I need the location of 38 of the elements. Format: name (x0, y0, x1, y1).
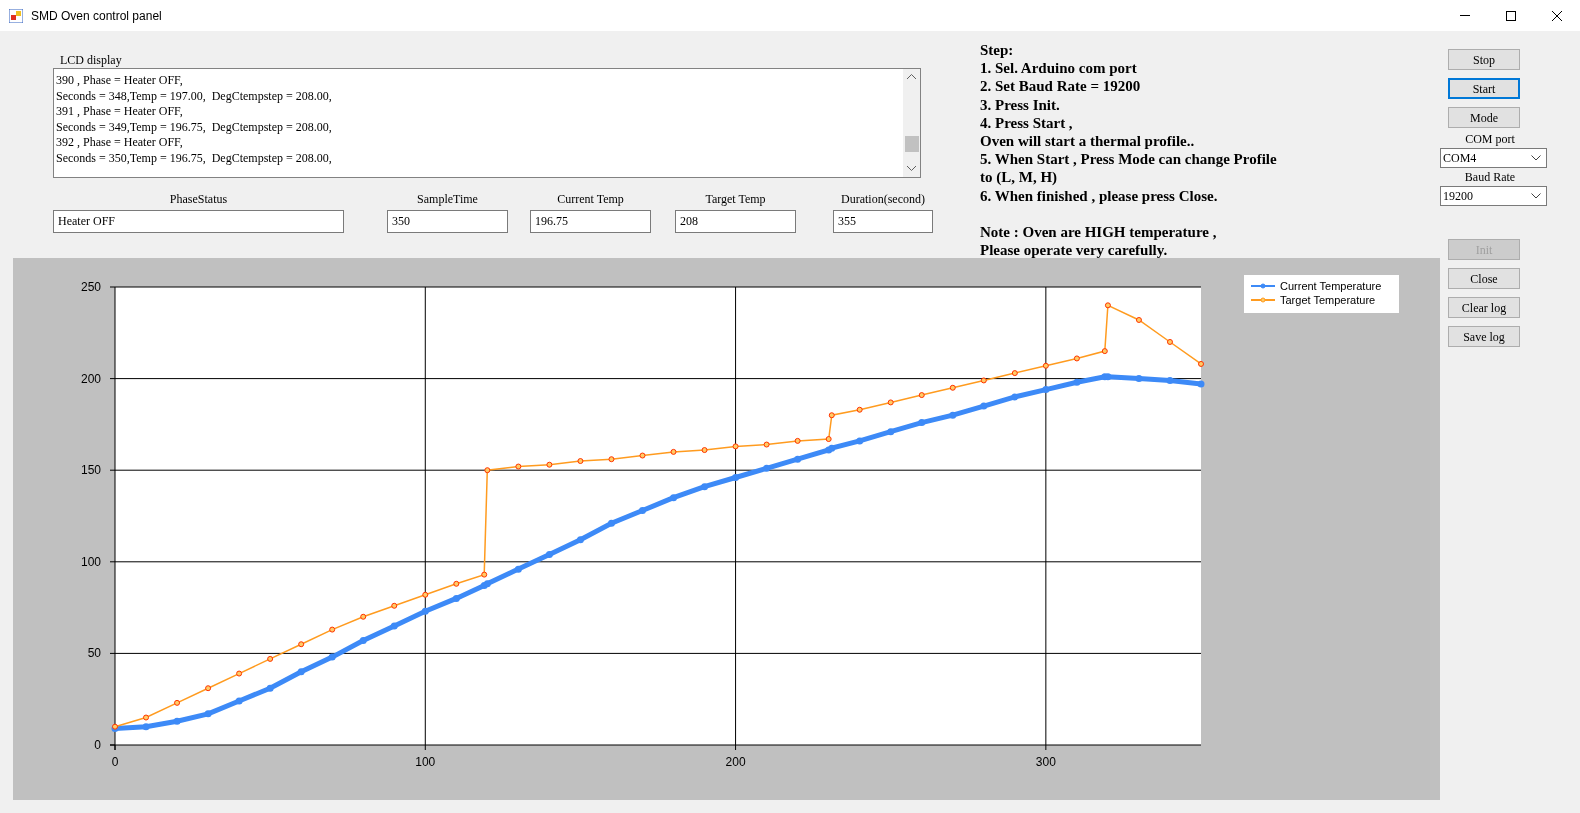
x-tick-label: 0 (111, 755, 119, 769)
legend-label: Target Temperature (1280, 294, 1376, 306)
instruction-line: to (L, M, H) (980, 168, 1059, 187)
dropdown-label: COM port (1464, 132, 1516, 146)
x-tick-label: 300 (1035, 755, 1056, 769)
y-tick-label: 50 (87, 646, 101, 661)
instruction-line: 1. Sel. Arduino com port (980, 59, 1138, 78)
log-line: 391 , Phase = Heater OFF, (56, 104, 184, 120)
field-label: Target Temp (705, 191, 766, 206)
field-label: PhaseStatus (169, 191, 228, 206)
dropdown-label: Baud Rate (1463, 170, 1517, 184)
note-line: Please operate very carefully. (980, 241, 1169, 260)
window-title: SMD Oven control panel (31, 7, 162, 25)
lcd-display-label: LCD display (60, 52, 123, 68)
x-tick-label: 200 (725, 755, 746, 769)
log-line: 390 , Phase = Heater OFF, (56, 73, 184, 89)
log-line: 392 , Phase = Heater OFF, (56, 135, 184, 151)
instruction-line: 4. Press Start , (980, 113, 1074, 132)
log-line: Seconds = 349,Temp = 196.75, DegCtempstep = 208.00, (56, 119, 333, 135)
field-label: SampleTime (417, 191, 478, 206)
y-tick-label: 0 (94, 738, 101, 752)
instruction-line: 5. When Start , Press Mode can change Profile (980, 150, 1277, 169)
log-line: Seconds = 350,Temp = 196.75, DegCtempstep = 208.00, (56, 150, 333, 166)
legend-label: Current Temperature (1280, 280, 1382, 292)
instruction-line: 2. Set Baud Rate = 19200 (980, 77, 1142, 96)
y-tick-label: 100 (80, 554, 101, 569)
y-tick-label: 250 (80, 280, 101, 294)
field-label: Duration(second) (841, 191, 925, 206)
instruction-line: Oven will start a thermal profile.. (980, 131, 1196, 151)
x-tick-label: 100 (415, 755, 436, 769)
log-line: Seconds = 348,Temp = 197.00, DegCtempstep = 208.00, (56, 88, 333, 104)
instruction-line: 3. Press Init. (980, 95, 1061, 114)
field-label: Current Temp (557, 191, 624, 206)
note-line: Note : Oven are HIGH temperature , (980, 222, 1218, 242)
instruction-line: Step: (980, 41, 1015, 60)
y-tick-label: 150 (80, 463, 101, 478)
y-tick-label: 200 (80, 371, 101, 386)
instruction-line: 6. When finished , please press Close. (980, 186, 1219, 205)
